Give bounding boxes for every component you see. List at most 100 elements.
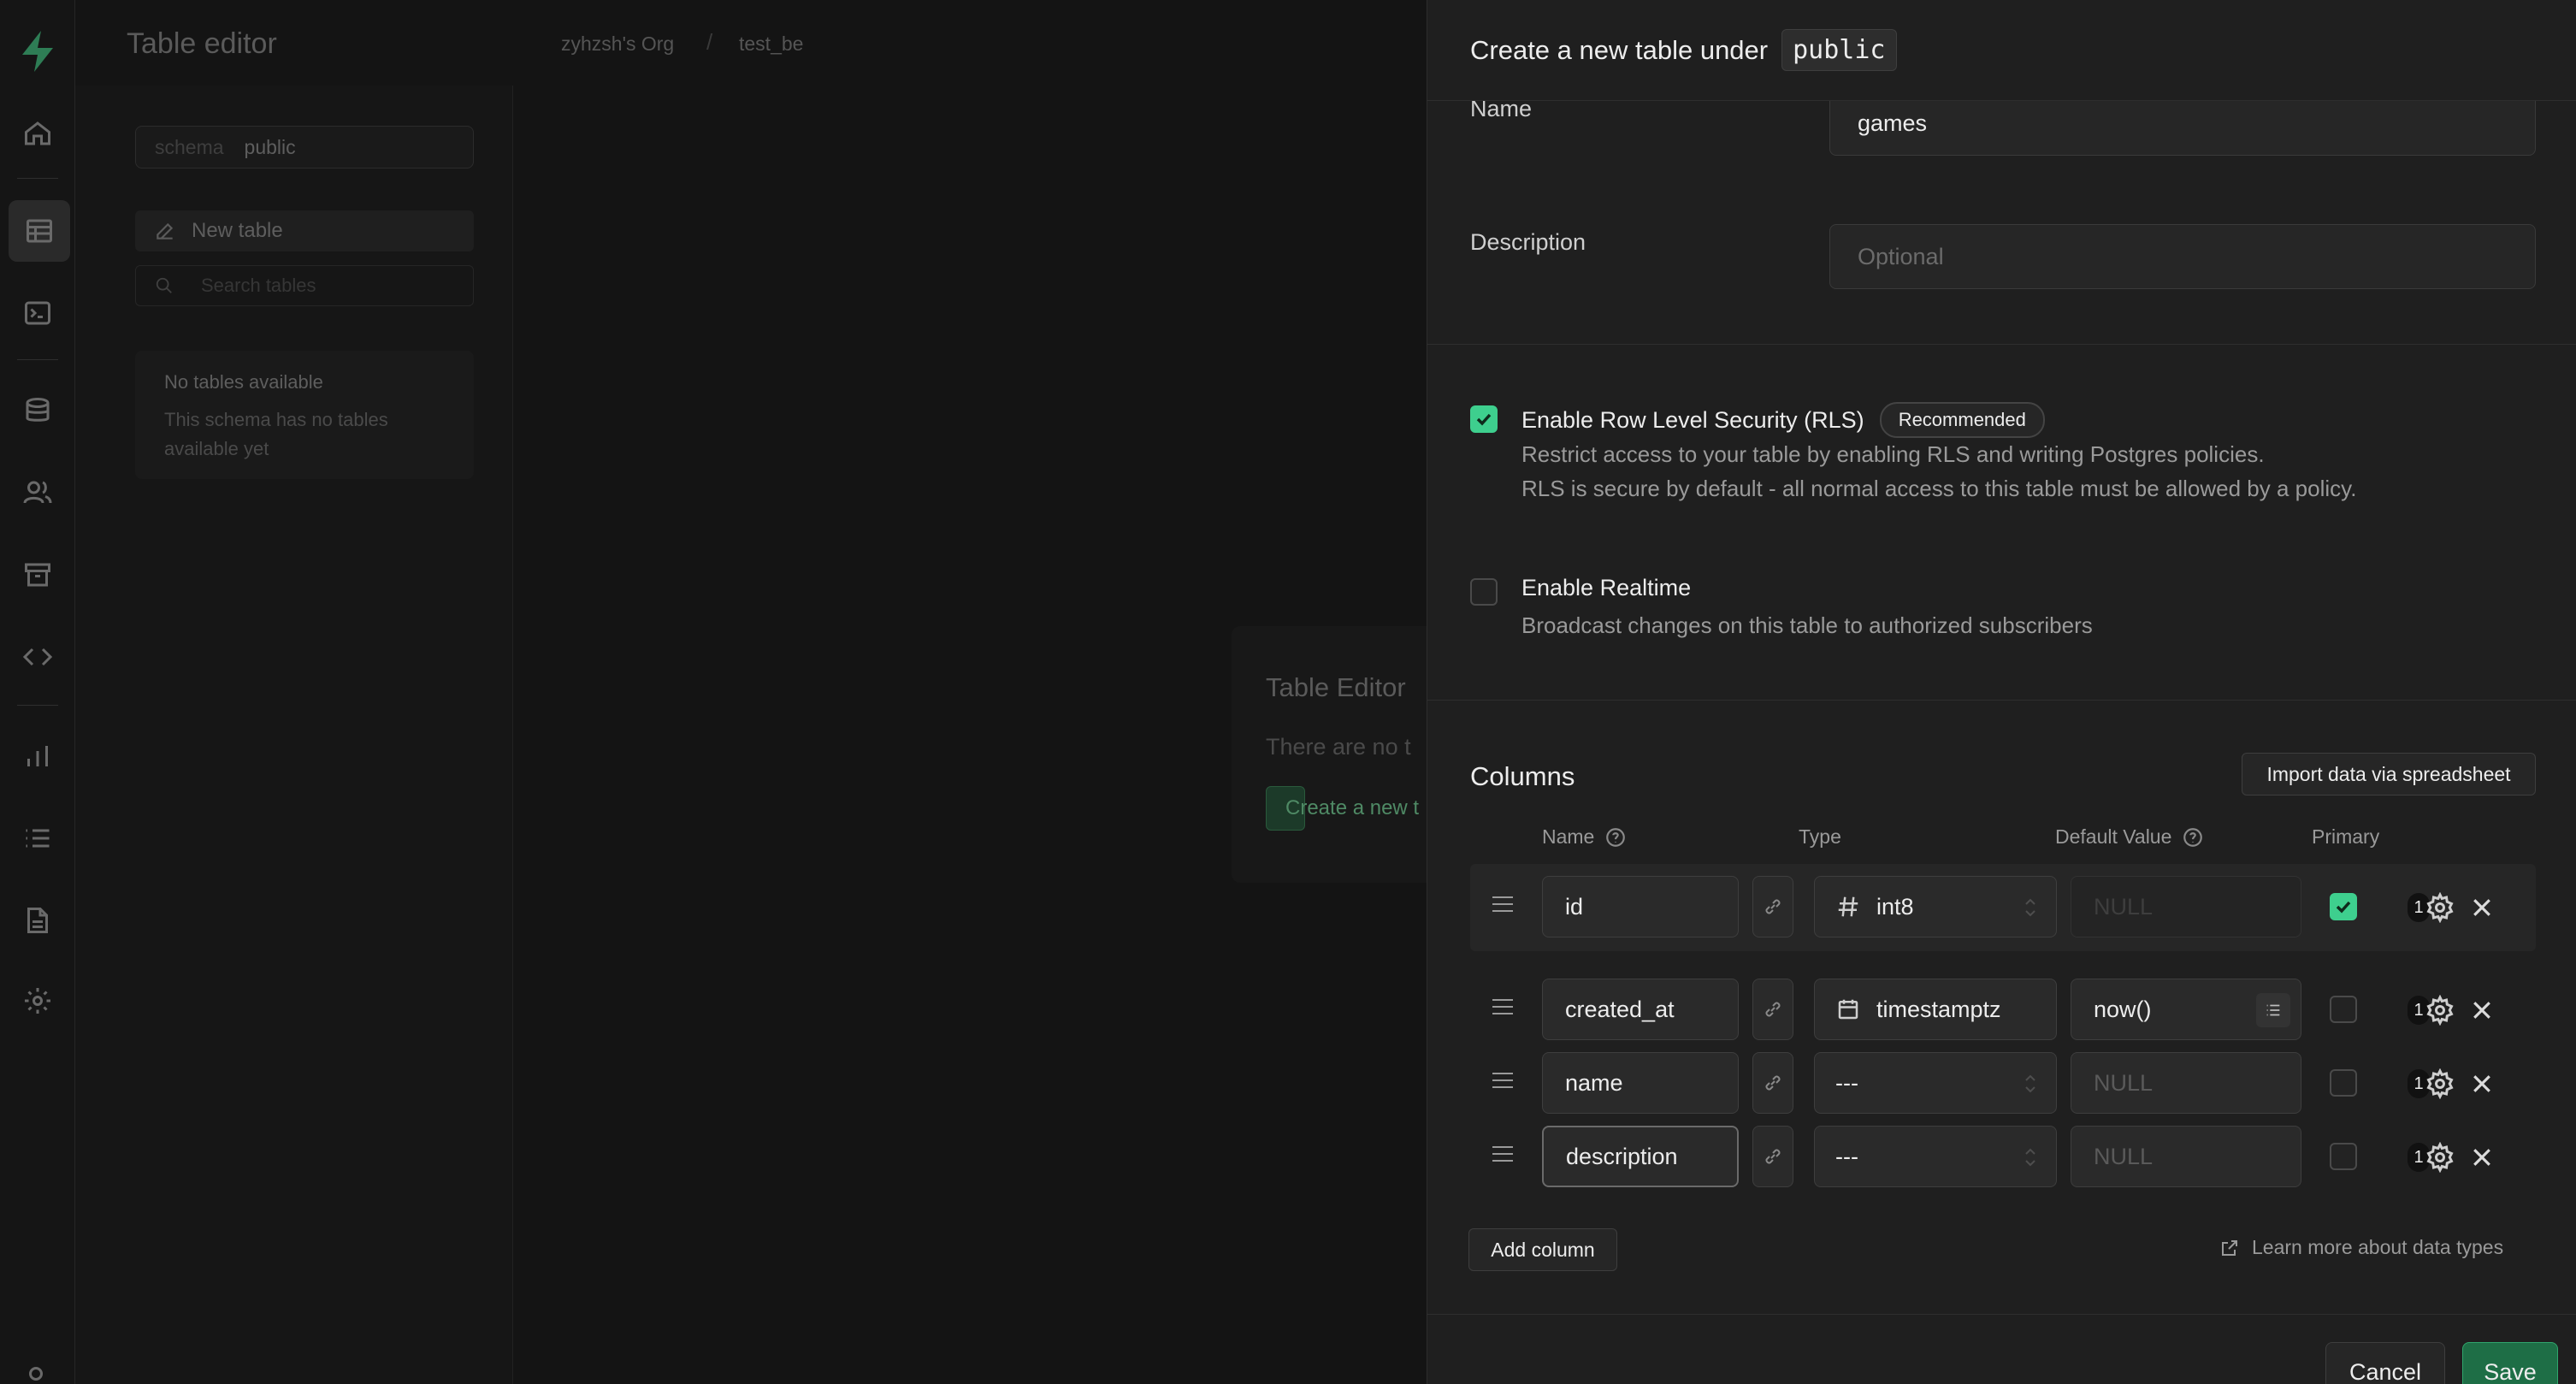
header-default: Default Value (2055, 825, 2204, 849)
cancel-button[interactable]: Cancel (2325, 1342, 2445, 1384)
remove-column-button[interactable] (2469, 1071, 2495, 1097)
code-icon[interactable] (21, 640, 55, 674)
link-icon (1765, 899, 1781, 914)
help-icon[interactable] (2182, 826, 2204, 849)
search-tables-input[interactable]: Search tables (135, 265, 474, 306)
column-type-select[interactable]: --- (1814, 1126, 2057, 1187)
save-button[interactable]: Save (2462, 1342, 2558, 1384)
learn-more-link[interactable]: Learn more about data types (2219, 1236, 2503, 1259)
column-name-input[interactable]: name (1542, 1052, 1739, 1114)
foreign-key-button[interactable] (1752, 1052, 1793, 1114)
calendar-icon (1838, 999, 1858, 1020)
app-title: Table editor (127, 27, 277, 60)
create-table-button[interactable]: Create a new t (1266, 786, 1419, 831)
column-settings-button[interactable]: 1 (2408, 995, 2455, 1026)
add-column-button[interactable]: Add column (1468, 1228, 1617, 1271)
default-value-menu-button[interactable] (2256, 993, 2290, 1027)
panel-footer: Cancel Save (1427, 1314, 2576, 1384)
realtime-title-text: Enable Realtime (1521, 575, 1692, 600)
close-icon (2473, 1002, 2490, 1019)
column-type-value: --- (1835, 1069, 1858, 1096)
primary-key-checkbox[interactable] (2330, 893, 2357, 920)
background-app: Table editor zyhzsh's Org / test_be sche… (75, 0, 1574, 1384)
header-primary: Primary (2312, 825, 2379, 849)
help-icon[interactable] (1604, 826, 1627, 849)
recommended-badge: Recommended (1879, 402, 2045, 438)
column-type-value: timestamptz (1876, 996, 2001, 1022)
users-icon[interactable] (21, 476, 55, 510)
rail-divider (17, 359, 58, 360)
new-table-button[interactable]: New table (135, 210, 474, 251)
breadcrumb-org[interactable]: zyhzsh's Org (561, 33, 674, 56)
database-icon[interactable] (21, 393, 55, 428)
rls-title-row: Enable Row Level Security (RLS) Recommen… (1521, 402, 2045, 438)
column-default-input[interactable]: NULL (2071, 1126, 2301, 1187)
column-name-input[interactable]: created_at (1542, 979, 1739, 1040)
table-editor-icon[interactable] (9, 200, 70, 262)
column-name-input[interactable]: id (1542, 876, 1739, 937)
gear-icon (2426, 892, 2454, 923)
foreign-key-button[interactable] (1752, 979, 1793, 1040)
column-settings-button[interactable]: 1 (2408, 1068, 2455, 1099)
sql-editor-icon[interactable] (21, 296, 55, 330)
rls-checkbox[interactable] (1470, 405, 1498, 433)
settings-icon[interactable] (21, 984, 55, 1018)
user-menu-icon[interactable] (29, 1367, 43, 1381)
description-label: Description (1470, 229, 1586, 255)
column-name-input[interactable]: description (1542, 1126, 1739, 1187)
realtime-checkbox[interactable] (1470, 578, 1498, 606)
column-settings-button[interactable]: 1 (2408, 892, 2455, 923)
panel-title: Create a new table under (1470, 34, 1769, 65)
logs-icon[interactable] (21, 821, 55, 855)
import-spreadsheet-button[interactable]: Import data via spreadsheet (2242, 753, 2536, 796)
primary-key-checkbox[interactable] (2330, 1143, 2357, 1170)
column-default-value: now() (2094, 996, 2152, 1022)
edit-icon (157, 222, 174, 240)
remove-column-button[interactable] (2469, 895, 2495, 920)
supabase-logo-icon[interactable] (19, 29, 56, 74)
column-default-input[interactable]: NULL (2071, 876, 2301, 937)
column-row: id int8 NULL 1 (1470, 864, 2536, 951)
drag-handle-icon[interactable] (1492, 1073, 1513, 1090)
link-icon (1765, 1149, 1781, 1164)
breadcrumb-project[interactable]: test_be (739, 33, 803, 56)
create-table-panel: Create a new table under public Name gam… (1427, 0, 2576, 1384)
foreign-key-button[interactable] (1752, 876, 1793, 937)
check-icon (2336, 901, 2351, 914)
column-row: description --- NULL 1 (1470, 1114, 2536, 1201)
divider (1427, 344, 2576, 345)
docs-icon[interactable] (21, 903, 55, 937)
nav-rail (0, 0, 75, 1384)
link-icon (1765, 1075, 1781, 1091)
external-link-icon (2222, 1239, 2237, 1256)
column-default-input[interactable]: NULL (2071, 1052, 2301, 1114)
header-type: Type (1799, 825, 1841, 849)
header-primary-text: Primary (2312, 825, 2380, 848)
column-type-select[interactable]: --- (1814, 1052, 2057, 1114)
schema-label: schema (155, 135, 224, 158)
drag-handle-icon[interactable] (1492, 896, 1513, 914)
realtime-desc: Broadcast changes on this table to autho… (1521, 612, 2093, 638)
schema-selector[interactable]: schema public (135, 126, 474, 169)
column-settings-button[interactable]: 1 (2408, 1142, 2455, 1173)
panel-header: Create a new table under public (1427, 0, 2576, 101)
primary-key-checkbox[interactable] (2330, 1069, 2357, 1097)
column-type-select[interactable]: timestamptz (1814, 979, 2057, 1040)
hash-icon (1838, 896, 1858, 917)
column-default-input[interactable]: now() (2071, 979, 2301, 1040)
drag-handle-icon[interactable] (1492, 1146, 1513, 1163)
table-description-input[interactable]: Optional (1829, 224, 2536, 289)
columns-heading: Columns (1470, 761, 1575, 791)
close-icon (2473, 1075, 2490, 1092)
storage-icon[interactable] (21, 558, 55, 592)
primary-key-checkbox[interactable] (2330, 996, 2357, 1023)
reports-icon[interactable] (21, 739, 55, 773)
empty-title: No tables available (164, 371, 323, 393)
foreign-key-button[interactable] (1752, 1126, 1793, 1187)
rail-divider (17, 178, 58, 179)
column-type-select[interactable]: int8 (1814, 876, 2057, 937)
drag-handle-icon[interactable] (1492, 999, 1513, 1016)
remove-column-button[interactable] (2469, 997, 2495, 1023)
home-icon[interactable] (21, 116, 55, 151)
remove-column-button[interactable] (2469, 1144, 2495, 1170)
